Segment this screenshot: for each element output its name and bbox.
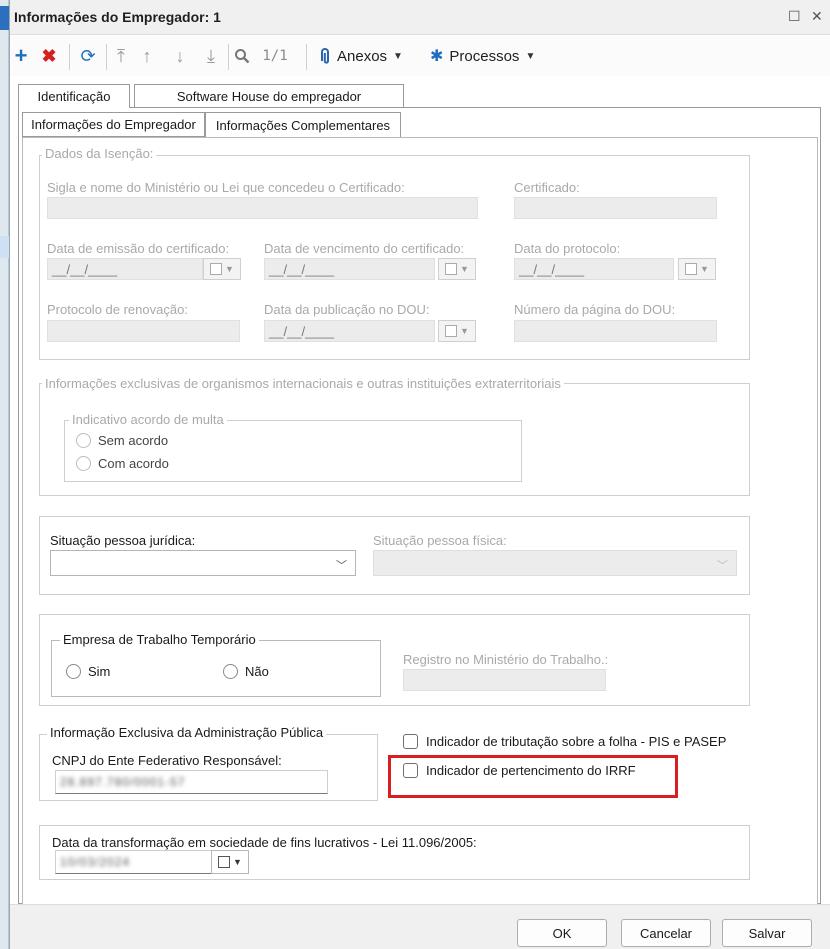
- background-app-strip: [0, 0, 9, 949]
- tab-informacoes-empregador[interactable]: Informações do Empregador: [22, 112, 205, 137]
- pis-pasep-checkbox[interactable]: [403, 734, 418, 749]
- close-button[interactable]: ✕: [811, 8, 823, 25]
- paperclip-icon: [321, 48, 329, 64]
- vencimento-date-field: __/__/____: [264, 258, 435, 280]
- acordo-group: [64, 420, 522, 482]
- chevron-down-icon: ﹀: [717, 560, 728, 572]
- certificado-label: Certificado:: [514, 180, 580, 195]
- maximize-button[interactable]: ☐: [788, 8, 801, 25]
- protocolo-calendar-button: ▼: [678, 258, 716, 280]
- organismos-group-label: Informações exclusivas de organismos int…: [42, 376, 564, 391]
- sim-radio[interactable]: [66, 664, 81, 679]
- previous-record-icon[interactable]: ↑: [138, 45, 156, 67]
- calendar-icon: [218, 856, 231, 868]
- emissao-calendar-button: ▼: [203, 258, 241, 280]
- save-button[interactable]: Salvar: [722, 919, 812, 947]
- toolbar: + ✖ ⟳ ⤒ ↑ ↓ ⤓ 1/1 Anexos ▼ ✱ Processos ▼: [10, 36, 830, 76]
- irrf-label: Indicador de pertencimento do IRRF: [426, 763, 636, 778]
- cancel-button[interactable]: Cancelar: [621, 919, 711, 947]
- com-acordo-label: Com acordo: [98, 456, 169, 471]
- certificado-field: [514, 197, 717, 219]
- processos-menu[interactable]: ✱ Processos ▼: [430, 45, 535, 67]
- transformacao-calendar-button[interactable]: ▼: [211, 850, 249, 874]
- tab-identificacao[interactable]: Identificação: [18, 84, 130, 108]
- adm-publica-group-label: Informação Exclusiva da Administração Pú…: [47, 725, 327, 740]
- pagina-label: Número da página do DOU:: [514, 302, 676, 317]
- cnpj-value: 28.897.780/0001-57: [60, 775, 186, 789]
- chevron-down-icon: ﹀: [336, 560, 347, 572]
- title-bar: Informações do Empregador: 1 ☐ ✕: [10, 0, 830, 35]
- nao-radio[interactable]: [223, 664, 238, 679]
- vencimento-calendar-button: ▼: [438, 258, 476, 280]
- search-icon[interactable]: [232, 45, 252, 67]
- emissao-date-field: __/__/____: [47, 258, 203, 280]
- dialog-window: Informações do Empregador: 1 ☐ ✕ + ✖ ⟳ ⤒…: [9, 0, 830, 949]
- chevron-down-icon: ▼: [525, 50, 536, 62]
- sem-acordo-radio: [76, 433, 91, 448]
- anexos-label: Anexos: [337, 47, 388, 65]
- situacao-pf-select: ﹀: [373, 550, 737, 576]
- first-record-icon[interactable]: ⤒: [112, 45, 130, 67]
- sigla-field: [47, 197, 478, 219]
- renovacao-label: Protocolo de renovação:: [47, 302, 188, 317]
- situacao-pf-label: Situação pessoa física:: [373, 533, 507, 548]
- dou-calendar-button: ▼: [438, 320, 476, 342]
- next-record-icon[interactable]: ↓: [171, 45, 189, 67]
- window-title: Informações do Empregador: 1: [14, 9, 221, 25]
- protocolo-data-label: Data do protocolo:: [514, 241, 621, 256]
- ok-button[interactable]: OK: [517, 919, 607, 947]
- footer-bar: OK Cancelar Salvar: [10, 904, 830, 949]
- transformacao-date-input[interactable]: 10/03/2024: [55, 850, 212, 874]
- sem-acordo-label: Sem acordo: [98, 433, 169, 448]
- situacao-pj-label: Situação pessoa jurídica:: [50, 533, 196, 548]
- chevron-down-icon: ▼: [233, 857, 242, 867]
- registro-field: [403, 669, 606, 691]
- renovacao-field: [47, 320, 240, 342]
- cnpj-input[interactable]: 28.897.780/0001-57: [55, 770, 328, 794]
- dou-date-field: __/__/____: [264, 320, 435, 342]
- temporario-group-label: Empresa de Trabalho Temporário: [60, 632, 259, 647]
- isencao-group-label: Dados da Isenção:: [42, 146, 157, 161]
- vencimento-label: Data de vencimento do certificado:: [264, 241, 465, 256]
- sim-label: Sim: [88, 664, 111, 679]
- chevron-down-icon: ▼: [393, 50, 403, 62]
- add-icon[interactable]: +: [12, 43, 30, 68]
- pagina-field: [514, 320, 717, 342]
- acordo-group-label: Indicativo acordo de multa: [69, 412, 227, 427]
- refresh-icon[interactable]: ⟳: [78, 45, 98, 67]
- protocolo-date-field: __/__/____: [514, 258, 674, 280]
- nao-label: Não: [245, 664, 269, 679]
- tab-software-house[interactable]: Software House do empregador: [134, 84, 404, 108]
- registro-label: Registro no Ministério do Trabalho.:: [403, 652, 609, 667]
- tab-informacoes-complementares[interactable]: Informações Complementares: [205, 112, 401, 137]
- delete-icon[interactable]: ✖: [40, 45, 58, 67]
- cnpj-label: CNPJ do Ente Federativo Responsável:: [52, 753, 282, 768]
- dou-label: Data da publicação no DOU:: [264, 302, 430, 317]
- emissao-label: Data de emissão do certificado:: [47, 241, 230, 256]
- sigla-label: Sigla e nome do Ministério ou Lei que co…: [47, 180, 405, 195]
- processos-label: Processos: [449, 47, 520, 65]
- record-counter: 1/1: [262, 48, 288, 64]
- anexos-menu[interactable]: Anexos ▼: [319, 45, 403, 67]
- transformacao-label: Data da transformação em sociedade de fi…: [52, 835, 477, 850]
- gear-icon: ✱: [430, 48, 444, 65]
- irrf-checkbox[interactable]: [403, 763, 418, 778]
- transformacao-date-value: 10/03/2024: [60, 855, 131, 869]
- last-record-icon[interactable]: ⤓: [202, 45, 220, 67]
- pis-pasep-label: Indicador de tributação sobre a folha - …: [426, 734, 727, 749]
- situacao-pj-select[interactable]: ﹀: [50, 550, 356, 576]
- com-acordo-radio: [76, 456, 91, 471]
